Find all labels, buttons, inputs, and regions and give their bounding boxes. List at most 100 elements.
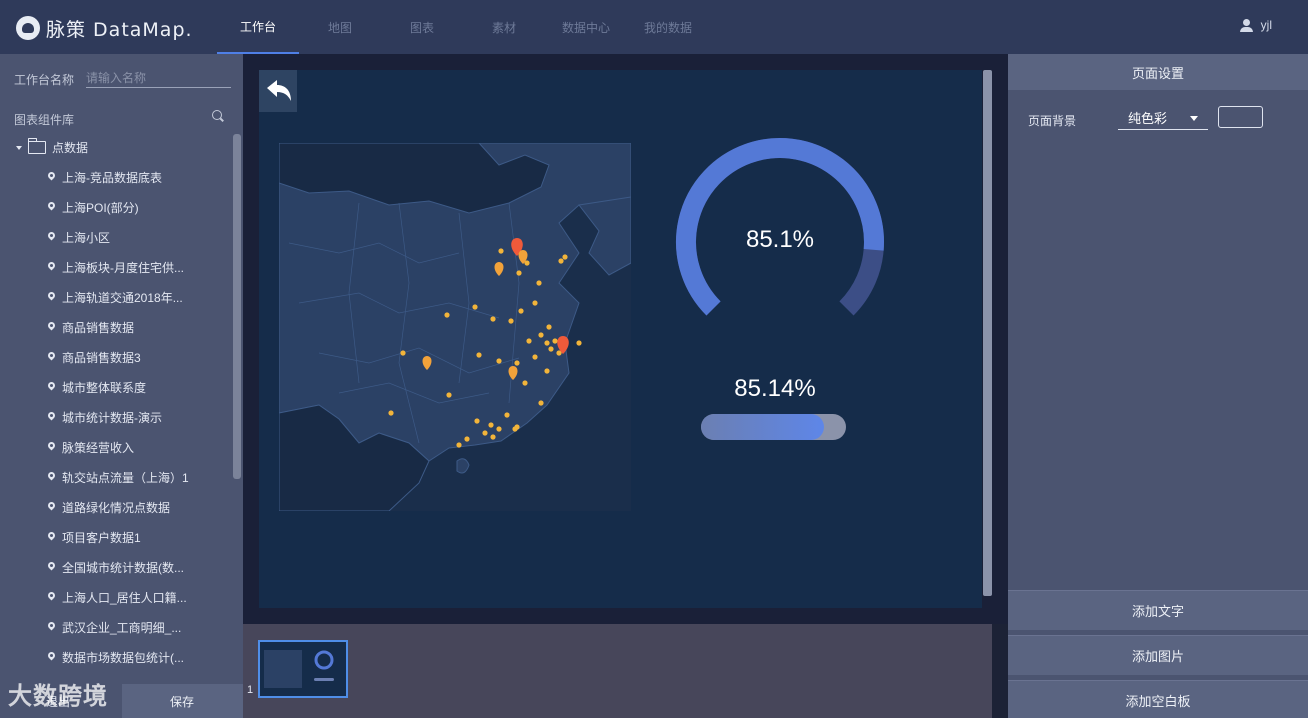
map-marker [482, 430, 488, 436]
dataset-item[interactable]: 上海板块-月度住宅供... [0, 252, 232, 282]
folder-icon [27, 138, 46, 154]
dataset-item-label: 全国城市统计数据(数... [62, 560, 184, 575]
location-pin-icon [48, 262, 55, 272]
add-blank-panel-button[interactable]: 添加空白板 [1008, 680, 1308, 718]
map-marker [444, 312, 450, 318]
page-settings-title: 页面设置 [1008, 54, 1308, 90]
add-text-button[interactable]: 添加文字 [1008, 590, 1308, 630]
dataset-item[interactable]: 数据市场数据包统计(... [0, 642, 232, 672]
map-marker [552, 338, 558, 344]
background-type-select[interactable]: 纯色彩 [1118, 106, 1208, 130]
map-marker [508, 318, 514, 324]
map-marker [516, 270, 522, 276]
map-marker [536, 280, 542, 286]
china-map[interactable] [279, 143, 631, 511]
nav-data-center[interactable]: 数据中心 [545, 0, 627, 54]
nav-workspace[interactable]: 工作台 [217, 0, 299, 54]
progress-bar [701, 414, 846, 440]
dataset-item[interactable]: 城市统计数据-演示 [0, 402, 232, 432]
nav-map[interactable]: 地图 [299, 0, 381, 54]
location-pin-icon [48, 442, 55, 452]
location-pin-icon [48, 172, 55, 182]
map-marker [472, 304, 478, 310]
right-panel: 页面设置 页面背景 纯色彩 添加文字 添加图片 添加空白板 [1008, 54, 1308, 718]
dataset-list: 上海-竞品数据底表上海POI(部分) 上海小区 上海板块-月度住宅供... 上海轨道交… [0, 162, 232, 672]
location-pin-icon [48, 592, 55, 602]
dataset-item-label: 项目客户数据1 [62, 530, 141, 545]
left-panel: 工作台名称 图表组件库 点数据 上海-竞品数据底表上海POI(部分) 上海小区上海… [0, 54, 243, 718]
search-icon[interactable] [212, 110, 224, 122]
user-name: yjl [1260, 18, 1272, 32]
chevron-down-icon [1190, 116, 1198, 121]
back-button[interactable] [259, 70, 297, 112]
undo-arrow-icon [267, 80, 291, 101]
user-menu[interactable]: yjl [1239, 18, 1272, 32]
main-nav: 工作台 地图 图表 素材 数据中心 我的数据 [217, 0, 709, 54]
location-pin-icon [48, 352, 55, 362]
dataset-item[interactable]: 脉策经营收入 [0, 432, 232, 462]
page-background-label: 页面背景 [1028, 114, 1077, 128]
dataset-item[interactable]: 城市整体联系度 [0, 372, 232, 402]
map-marker [496, 426, 502, 432]
dataset-item[interactable]: 上海小区 [0, 222, 232, 252]
gauge-value-label: 85.1% [745, 226, 815, 253]
nav-chart[interactable]: 图表 [381, 0, 463, 54]
add-image-button[interactable]: 添加图片 [1008, 635, 1308, 675]
map-marker [546, 324, 552, 330]
dataset-item[interactable]: 上海POI(部分) [0, 192, 232, 222]
map-marker [532, 354, 538, 360]
save-button[interactable]: 保存 [122, 684, 243, 718]
background-type-value: 纯色彩 [1128, 111, 1168, 126]
map-marker [496, 358, 502, 364]
dataset-item[interactable]: 轨交站点流量（上海）1 [0, 462, 232, 492]
dataset-item[interactable]: 道路绿化情况点数据 [0, 492, 232, 522]
map-marker [504, 412, 510, 418]
dataset-item-label: 商品销售数据3 [62, 350, 141, 365]
left-scrollbar[interactable] [233, 134, 241, 479]
dataset-item-label: 武汉企业_工商明细_... [62, 620, 182, 635]
map-marker [456, 442, 462, 448]
dataset-item-label: 上海-竞品数据底表 [62, 170, 162, 185]
location-pin-icon [48, 502, 55, 512]
map-marker [526, 338, 532, 344]
page-thumbnail[interactable] [258, 640, 348, 698]
nav-assets[interactable]: 素材 [463, 0, 545, 54]
map-marker [388, 410, 394, 416]
map-marker [576, 340, 582, 346]
dataset-item[interactable]: 全国城市统计数据(数... [0, 552, 232, 582]
dataset-item-label: 上海人口_居住人口籍... [62, 590, 187, 605]
location-pin-icon [48, 412, 55, 422]
logo-text: 脉策 DataMap. [46, 18, 193, 41]
map-marker [514, 360, 520, 366]
page-number: 1 [247, 684, 254, 696]
workspace-name-input[interactable] [86, 68, 231, 88]
progress-value-label: 85.14% [734, 375, 816, 402]
map-marker [474, 418, 480, 424]
dataset-item-label: 脉策经营收入 [62, 440, 135, 455]
dataset-item-label: 城市整体联系度 [62, 380, 147, 395]
dataset-item[interactable]: 商品销售数据3 [0, 342, 232, 372]
canvas-scrollbar[interactable] [983, 70, 992, 596]
dataset-item[interactable]: 项目客户数据1 [0, 522, 232, 552]
dataset-item[interactable]: 上海-竞品数据底表 [0, 162, 232, 192]
app-logo[interactable]: 脉策 DataMap. [16, 13, 193, 43]
dataset-item[interactable]: 上海人口_居住人口籍... [0, 582, 232, 612]
dataset-item-label: 城市统计数据-演示 [62, 410, 162, 425]
map-marker [464, 436, 470, 442]
dataset-item[interactable]: 上海轨道交通2018年... [0, 282, 232, 312]
user-icon [1239, 18, 1253, 32]
thumbnail-preview [260, 642, 346, 696]
caret-down-icon [16, 145, 22, 150]
workspace-name-label: 工作台名称 [14, 73, 75, 87]
background-color-picker[interactable] [1218, 106, 1263, 128]
dataset-item[interactable]: 武汉企业_工商明细_... [0, 612, 232, 642]
top-bar: 脉策 DataMap. 工作台 地图 图表 素材 数据中心 我的数据 yjl [0, 0, 1308, 54]
location-pin-icon [48, 382, 55, 392]
dataset-item[interactable]: 商品销售数据 [0, 312, 232, 342]
tree-folder-point-data[interactable]: 点数据 [16, 138, 88, 156]
dataset-item-label: 商品销售数据 [62, 320, 135, 335]
map-marker [538, 400, 544, 406]
location-pin-icon [48, 322, 55, 332]
location-pin-icon [48, 562, 55, 572]
nav-my-data[interactable]: 我的数据 [627, 0, 709, 54]
